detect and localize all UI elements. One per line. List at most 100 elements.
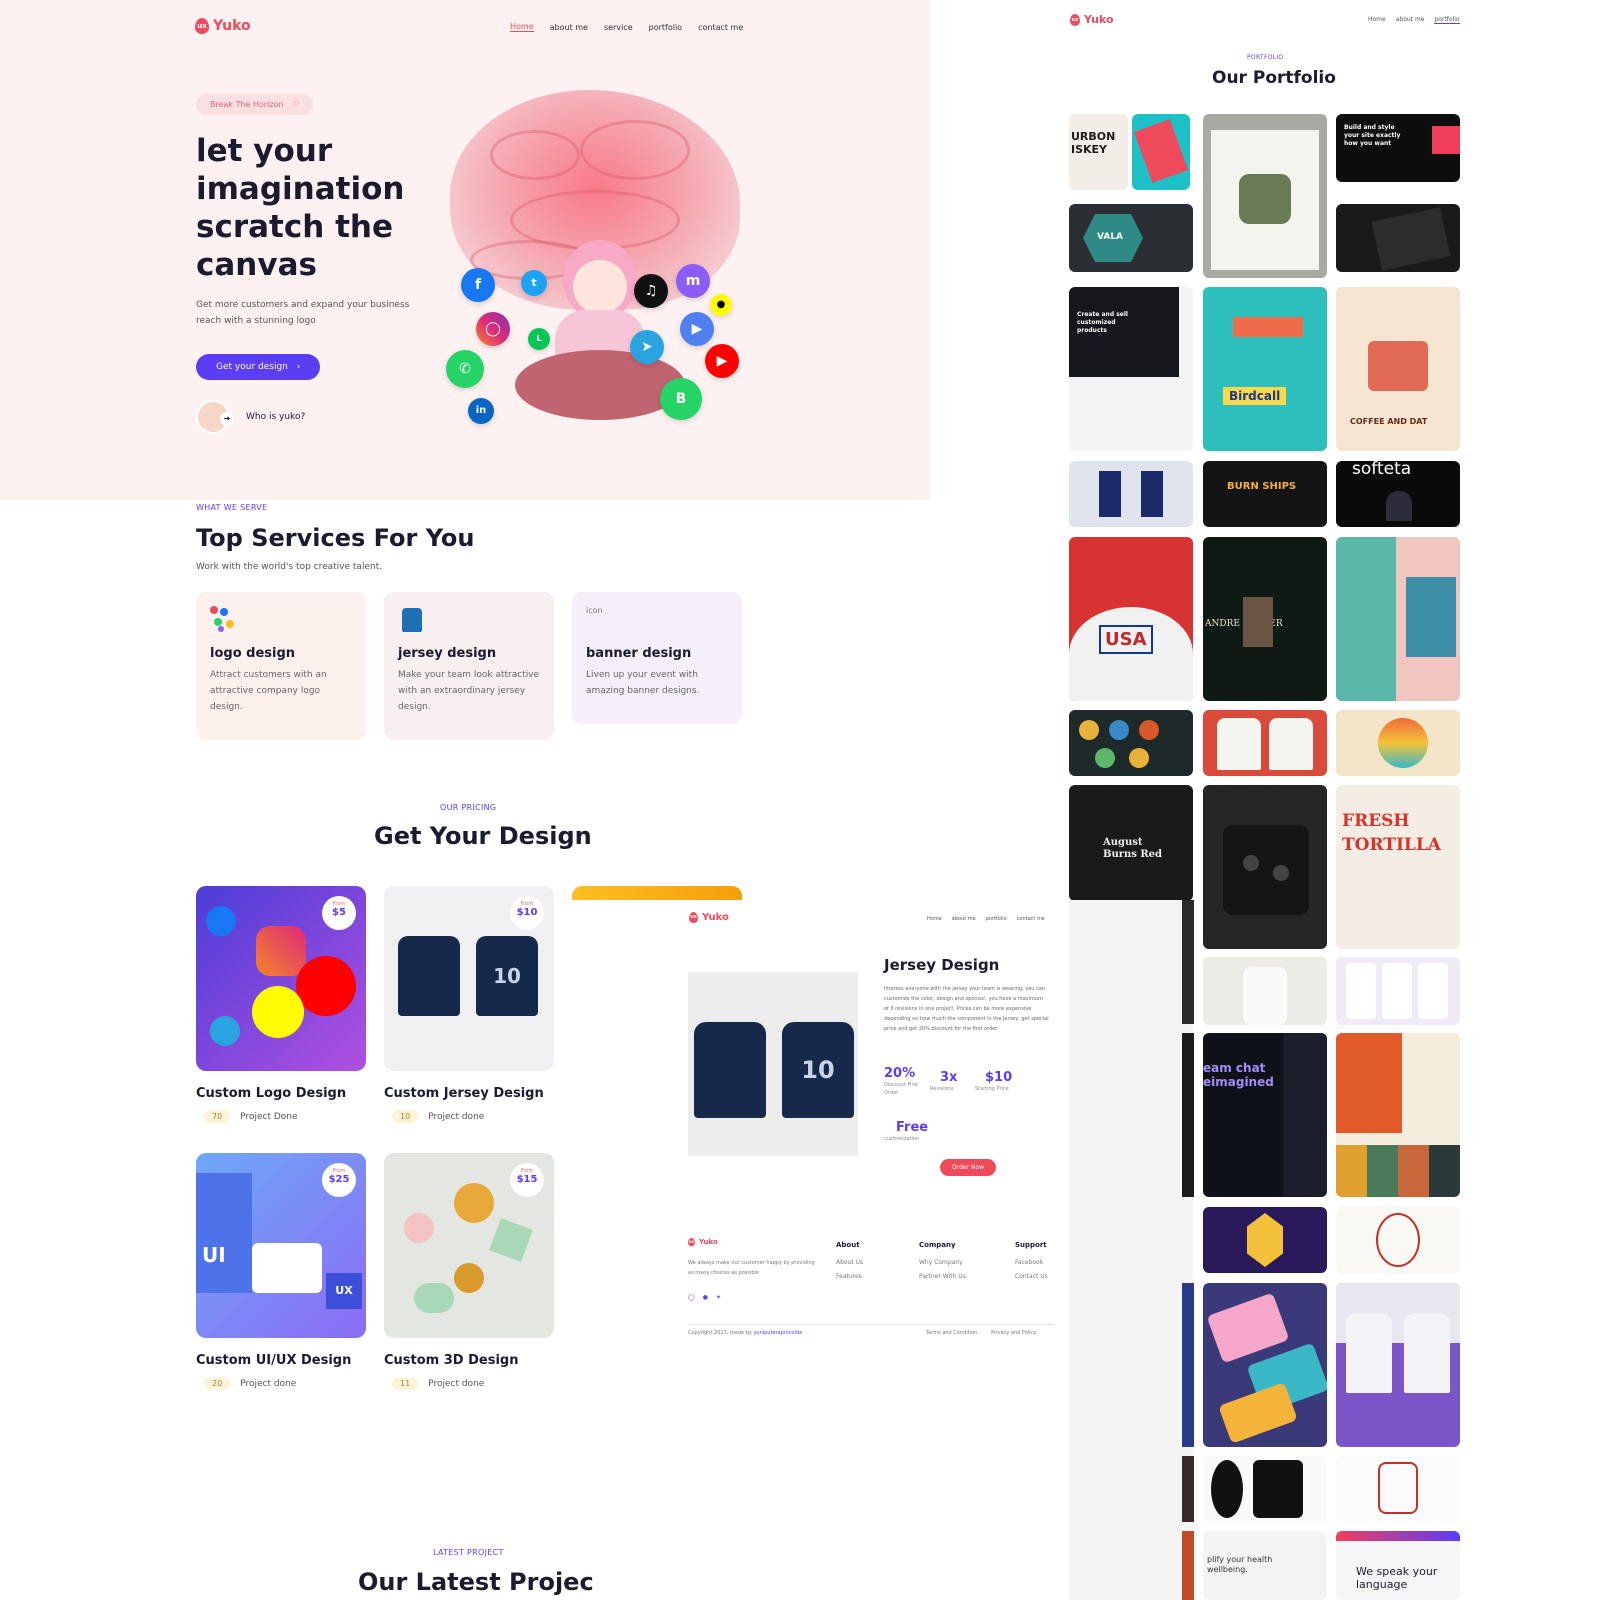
portfolio-tile-barber[interactable]: ANDRE BARBER xyxy=(1203,537,1327,701)
price-logo-name: Custom Logo Design xyxy=(196,1086,347,1101)
portfolio-tile-purple-jersey[interactable] xyxy=(1336,1283,1460,1447)
detail-nav-about[interactable]: about me xyxy=(952,916,976,922)
portfolio-tile-poster[interactable] xyxy=(1336,537,1460,701)
service-card-logo[interactable]: logo design Attract customers with an at… xyxy=(196,592,366,740)
get-design-button[interactable]: Get your design › xyxy=(196,354,321,380)
price-card-uiux[interactable]: UI UX From $25 xyxy=(196,1153,366,1338)
portfolio-edge-strip xyxy=(1182,1456,1194,1522)
ui-panel: UI xyxy=(196,1173,252,1293)
portfolio-tile-ecommerce[interactable]: Create and sell customized products xyxy=(1069,287,1193,451)
portfolio-title: Our Portfolio xyxy=(1212,68,1336,88)
facebook-icon xyxy=(206,906,236,936)
portfolio-tile-dark-card[interactable] xyxy=(1336,204,1460,272)
portfolio-tile-hoodie-site[interactable] xyxy=(1203,114,1327,278)
footer-brand-logo[interactable]: ux Yuko xyxy=(688,1238,718,1246)
portfolio-tile-burnships[interactable]: BURN SHIPS xyxy=(1203,461,1327,527)
ux-badge: UX xyxy=(326,1273,362,1309)
brain-fold xyxy=(490,130,580,180)
who-is-yuko-label: Who is yuko? xyxy=(246,412,306,422)
price-logo-meta: 70 Project Done xyxy=(204,1110,298,1123)
service-card-banner[interactable]: icon banner design Liven up your event w… xyxy=(572,592,742,724)
footer-link[interactable]: Features xyxy=(836,1270,863,1284)
portfolio-tile-august[interactable]: August Burns Red xyxy=(1069,785,1193,901)
price-card-partial xyxy=(572,886,742,900)
copyright-link[interactable]: yuniputeraprocolda xyxy=(753,1330,802,1336)
privacy-link[interactable]: Privacy and Policy xyxy=(991,1330,1036,1336)
service-banner-desc: Liven up your event with amazing banner … xyxy=(586,670,700,696)
order-now-button[interactable]: Order Now xyxy=(940,1159,997,1176)
nav-home[interactable]: Home xyxy=(510,22,534,32)
portfolio-nav-portfolio[interactable]: portfolio xyxy=(1434,16,1460,24)
portfolio-tile-night-church[interactable] xyxy=(1336,1033,1460,1197)
portfolio-tile-app-screens[interactable] xyxy=(1336,957,1460,1025)
footer-col-company: Company Why Company Partner With Us xyxy=(919,1238,966,1284)
service-logo-desc: Attract customers with an attractive com… xyxy=(210,670,327,712)
hero-pill: Break The Horizon ♡ xyxy=(196,94,314,115)
portfolio-tile-coffee[interactable]: COFFEE AND DAT xyxy=(1336,287,1460,451)
price-card-jersey[interactable]: 10 From $10 xyxy=(384,886,554,1071)
service-card-jersey[interactable]: jersey design Make your team look attrac… xyxy=(384,592,554,740)
price-uiux-name: Custom UI/UX Design xyxy=(196,1353,352,1368)
detail-nav-home[interactable]: Home xyxy=(927,916,942,922)
services-subtitle: Work with the world's top creative talen… xyxy=(196,562,383,572)
price-3d-name: Custom 3D Design xyxy=(384,1353,519,1368)
portfolio-tile-health[interactable]: plify your health wellbeing. xyxy=(1203,1531,1327,1600)
portfolio-tile-tortilla[interactable]: FRESH TORTILLA xyxy=(1336,785,1460,949)
portfolio-tile-tshirts[interactable] xyxy=(1203,710,1327,776)
portfolio-tile-device[interactable] xyxy=(1203,785,1327,949)
detail-nav-portfolio[interactable]: portfolio xyxy=(986,916,1007,922)
portfolio-tile-team-chat[interactable]: eam chat eimagined xyxy=(1203,1033,1327,1197)
detail-brand-logo[interactable]: ux Yuko xyxy=(689,912,729,923)
portfolio-brand-name: Yuko xyxy=(1084,13,1114,26)
price-card-logo[interactable]: From $5 xyxy=(196,886,366,1071)
chevron-right-icon: › xyxy=(296,362,301,372)
portfolio-tile-webflow[interactable]: Build and style your site exactly how yo… xyxy=(1336,114,1460,182)
project-count: 20 xyxy=(204,1377,231,1390)
footer-link[interactable]: Why Company xyxy=(919,1256,966,1270)
nav-portfolio[interactable]: portfolio xyxy=(649,23,682,32)
portfolio-tile-kid-shirt[interactable] xyxy=(1203,957,1327,1025)
services-title: Top Services For You xyxy=(196,524,475,552)
instagram-icon[interactable]: ◯ xyxy=(688,1294,695,1301)
portfolio-tile-gradient-logo[interactable] xyxy=(1336,710,1460,776)
portfolio-nav-home[interactable]: Home xyxy=(1368,16,1386,24)
footer-copyright: Copyright 2023, made by yuniputeraprocol… xyxy=(688,1330,803,1336)
services-kicker: WHAT WE SERVE xyxy=(196,503,268,512)
portfolio-tile-birdcall[interactable]: Birdcall xyxy=(1203,287,1327,451)
portfolio-tile-lanyard[interactable] xyxy=(1069,461,1193,527)
portfolio-brand-logo[interactable]: ux Yuko xyxy=(1070,13,1114,26)
nav-service[interactable]: service xyxy=(604,23,633,32)
footer-link[interactable]: Facebook xyxy=(1015,1256,1048,1270)
terms-link[interactable]: Terms and Condition xyxy=(926,1330,977,1336)
logo-mark-icon: ux xyxy=(688,1238,695,1246)
twitter-icon[interactable]: ✦ xyxy=(716,1294,721,1301)
who-is-yuko-link[interactable]: ➜ Who is yuko? xyxy=(196,400,305,434)
brand-logo[interactable]: ux Yuko xyxy=(195,18,251,34)
portfolio-tile-wolf[interactable] xyxy=(1203,1207,1327,1273)
service-banner-title: banner design xyxy=(586,646,692,661)
detail-nav-contact[interactable]: contact me xyxy=(1017,916,1045,922)
portfolio-nav-about[interactable]: about me xyxy=(1396,16,1425,24)
snapchat-icon xyxy=(252,986,304,1038)
portfolio-tile-ramen[interactable] xyxy=(1336,1456,1460,1522)
footer-link[interactable]: Partner With Us xyxy=(919,1270,966,1284)
nav-contact[interactable]: contact me xyxy=(698,23,743,32)
portfolio-tile-course-cards[interactable] xyxy=(1203,1283,1327,1447)
logo-mark-icon: ux xyxy=(195,18,209,34)
portfolio-tile-usa-cap[interactable]: USA xyxy=(1069,537,1193,701)
portfolio-tile-bw-shirts[interactable] xyxy=(1203,1456,1327,1522)
footer-link[interactable]: About Us xyxy=(836,1256,863,1270)
portfolio-tile-vala[interactable]: VALA xyxy=(1069,204,1193,272)
portfolio-tile-badges[interactable] xyxy=(1069,710,1193,776)
facebook-icon[interactable]: ● xyxy=(703,1294,708,1301)
portfolio-tile-brochure[interactable] xyxy=(1132,114,1190,190)
portfolio-tile-bbq[interactable] xyxy=(1336,1207,1460,1273)
price-card-3d[interactable]: From $15 xyxy=(384,1153,554,1338)
portfolio-tile-language[interactable]: We speak your language xyxy=(1336,1531,1460,1600)
green-cube xyxy=(489,1218,533,1262)
nav-about[interactable]: about me xyxy=(550,23,588,32)
portfolio-tile-whisky[interactable]: URBON ISKEY xyxy=(1069,114,1128,190)
footer-link[interactable]: Contact Us xyxy=(1015,1270,1048,1284)
green-shape xyxy=(414,1283,454,1313)
portfolio-tile-softeta[interactable]: softeta xyxy=(1336,461,1460,527)
